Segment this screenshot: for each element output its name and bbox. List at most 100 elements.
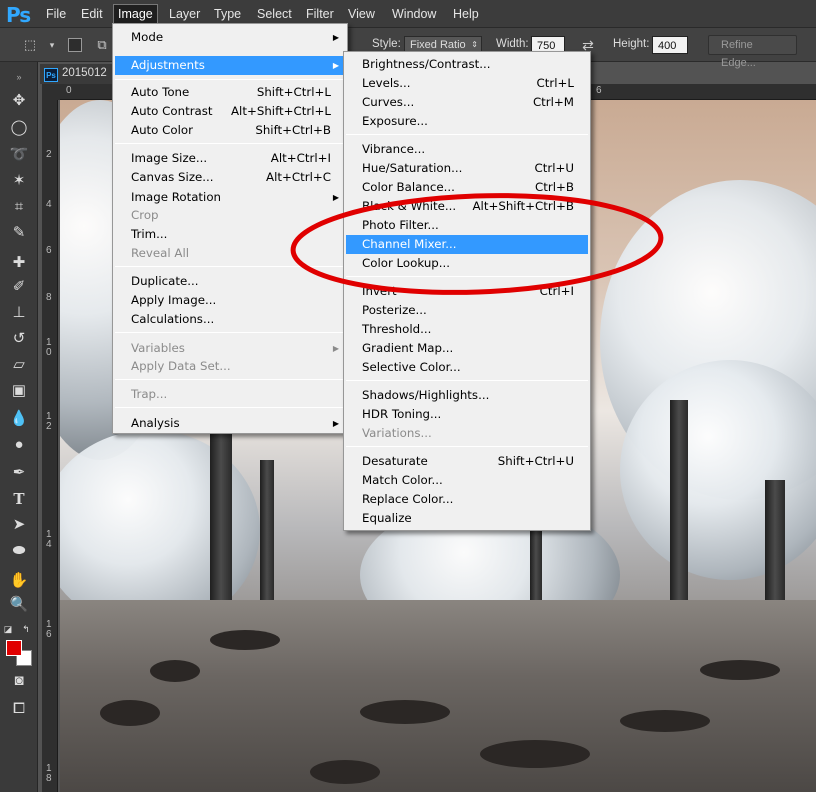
menu-item-crop[interactable]: Crop	[115, 206, 345, 225]
menu-item-canvas-size[interactable]: Canvas Size... Alt+Ctrl+C	[115, 168, 345, 187]
type-tool-icon[interactable]: T	[7, 488, 31, 510]
menu-item-adjustments[interactable]: Adjustments ▶	[115, 56, 345, 75]
vertical-ruler[interactable]: 2 4 6 8 10 12 14 16 18	[42, 100, 58, 792]
menu-separator	[115, 379, 345, 380]
menu-item-threshold[interactable]: Threshold...	[346, 320, 588, 339]
menu-item-equalize[interactable]: Equalize	[346, 509, 588, 528]
menu-item-variations[interactable]: Variations...	[346, 424, 588, 443]
path-selection-icon[interactable]: ➤	[7, 514, 31, 536]
menu-item-label: Analysis	[131, 416, 180, 430]
height-field[interactable]: 400	[652, 36, 688, 54]
menu-item-selective-color[interactable]: Selective Color...	[346, 358, 588, 377]
menu-item-replace-color[interactable]: Replace Color...	[346, 490, 588, 509]
submenu-arrow-icon: ▶	[332, 419, 339, 428]
menu-item-match-color[interactable]: Match Color...	[346, 471, 588, 490]
clone-stamp-icon[interactable]: ⊥	[7, 302, 31, 324]
pen-tool-icon[interactable]: ✒	[7, 462, 31, 484]
magic-wand-icon[interactable]: ✶	[7, 170, 31, 192]
menu-layer[interactable]: Layer	[165, 5, 204, 23]
menu-select[interactable]: Select	[253, 5, 296, 23]
menu-item-auto-tone[interactable]: Auto Tone Shift+Ctrl+L	[115, 83, 345, 102]
menu-item-label: Brightness/Contrast...	[362, 57, 491, 71]
menu-view[interactable]: View	[344, 5, 379, 23]
add-selection-icon[interactable]: ⧉	[94, 37, 110, 53]
menu-type[interactable]: Type	[210, 5, 245, 23]
menu-item-gradient-map[interactable]: Gradient Map...	[346, 339, 588, 358]
eraser-icon[interactable]: ▱	[7, 354, 31, 376]
refine-edge-button[interactable]: Refine Edge...	[708, 35, 797, 69]
menu-filter[interactable]: Filter	[302, 5, 338, 23]
swap-colors-icon[interactable]: ↰	[20, 618, 32, 640]
ruler-corner	[42, 84, 60, 100]
ruler-v-label: 2	[46, 149, 52, 160]
marquee-tool-icon[interactable]: ⬚	[22, 37, 38, 53]
menu-item-trim[interactable]: Trim...	[115, 225, 345, 244]
crop-tool-icon[interactable]: ⌗	[7, 196, 31, 218]
foreground-color-swatch[interactable]	[6, 640, 22, 656]
zoom-tool-icon[interactable]: 🔍	[7, 594, 31, 616]
tool-preset-chevron-icon[interactable]: ▾	[44, 37, 60, 53]
menu-image[interactable]: Image	[113, 4, 158, 24]
menu-item-posterize[interactable]: Posterize...	[346, 301, 588, 320]
menu-file[interactable]: File	[42, 5, 70, 23]
menu-item-curves[interactable]: Curves... Ctrl+M	[346, 93, 588, 112]
menu-edit[interactable]: Edit	[77, 5, 107, 23]
menu-item-calculations[interactable]: Calculations...	[115, 310, 345, 329]
menu-item-hdr-toning[interactable]: HDR Toning...	[346, 405, 588, 424]
menu-item-auto-color[interactable]: Auto Color Shift+Ctrl+B	[115, 121, 345, 140]
hand-tool-icon[interactable]: ✋	[7, 570, 31, 592]
lasso-tool-icon[interactable]: ➰	[7, 144, 31, 166]
rock	[310, 760, 380, 784]
menu-item-vibrance[interactable]: Vibrance...	[346, 140, 588, 159]
brush-tool-icon[interactable]: ✐	[7, 276, 31, 298]
menu-item-brightness-contrast[interactable]: Brightness/Contrast...	[346, 55, 588, 74]
menu-help[interactable]: Help	[449, 5, 483, 23]
move-tool-icon[interactable]: ✥	[7, 90, 31, 112]
menu-item-duplicate[interactable]: Duplicate...	[115, 272, 345, 291]
menu-item-auto-contrast[interactable]: Auto Contrast Alt+Shift+Ctrl+L	[115, 102, 345, 121]
tree-trunk	[670, 400, 688, 610]
default-colors-icon[interactable]: ◪	[2, 618, 14, 640]
menu-item-color-lookup[interactable]: Color Lookup...	[346, 254, 588, 273]
menu-item-shadows-highlights[interactable]: Shadows/Highlights...	[346, 386, 588, 405]
menu-item-analysis[interactable]: Analysis ▶	[115, 414, 345, 433]
history-brush-icon[interactable]: ↺	[7, 328, 31, 350]
blur-tool-icon[interactable]: 💧	[7, 408, 31, 430]
healing-brush-icon[interactable]: ✚	[7, 252, 31, 274]
ellipse-shape-icon[interactable]: ⬬	[7, 540, 31, 562]
menu-item-apply-data-set[interactable]: Apply Data Set...	[115, 357, 345, 376]
menu-item-photo-filter[interactable]: Photo Filter...	[346, 216, 588, 235]
dodge-tool-icon[interactable]: ●	[7, 434, 31, 456]
elliptical-marquee-icon[interactable]: ◯	[7, 117, 31, 139]
screen-mode-icon[interactable]: ⧠	[7, 698, 31, 720]
tree-trunk	[765, 480, 785, 620]
document-tab[interactable]: Ps 2015012	[40, 64, 113, 84]
menu-item-levels[interactable]: Levels... Ctrl+L	[346, 74, 588, 93]
menu-item-invert[interactable]: Invert Ctrl+I	[346, 282, 588, 301]
menu-item-mode[interactable]: Mode ▶	[115, 28, 345, 47]
forest-ground	[60, 600, 816, 792]
menu-item-variables[interactable]: Variables ▶	[115, 339, 345, 358]
menu-item-color-balance[interactable]: Color Balance... Ctrl+B	[346, 178, 588, 197]
menu-item-trap[interactable]: Trap...	[115, 385, 345, 404]
menu-item-desaturate[interactable]: Desaturate Shift+Ctrl+U	[346, 452, 588, 471]
menu-item-channel-mixer[interactable]: Channel Mixer...	[346, 235, 588, 254]
menu-window[interactable]: Window	[388, 5, 440, 23]
document-ps-icon: Ps	[44, 68, 58, 82]
menu-item-reveal-all[interactable]: Reveal All	[115, 244, 345, 263]
eyedropper-icon[interactable]: ✎	[7, 222, 31, 244]
gradient-tool-icon[interactable]: ▣	[7, 380, 31, 402]
menu-item-label: Canvas Size...	[131, 170, 214, 184]
menu-item-apply-image[interactable]: Apply Image...	[115, 291, 345, 310]
rock	[620, 710, 710, 732]
menu-item-exposure[interactable]: Exposure...	[346, 112, 588, 131]
rock	[210, 630, 280, 650]
menu-item-image-rotation[interactable]: Image Rotation ▶	[115, 188, 345, 207]
quick-mask-icon[interactable]: ◙	[7, 670, 31, 692]
panel-collapse-icon[interactable]: »	[7, 66, 31, 88]
menu-item-hue-saturation[interactable]: Hue/Saturation... Ctrl+U	[346, 159, 588, 178]
menu-item-label: Threshold...	[362, 322, 432, 336]
menu-item-black-white[interactable]: Black & White... Alt+Shift+Ctrl+B	[346, 197, 588, 216]
menu-item-image-size[interactable]: Image Size... Alt+Ctrl+I	[115, 149, 345, 168]
new-selection-icon[interactable]	[68, 38, 82, 52]
